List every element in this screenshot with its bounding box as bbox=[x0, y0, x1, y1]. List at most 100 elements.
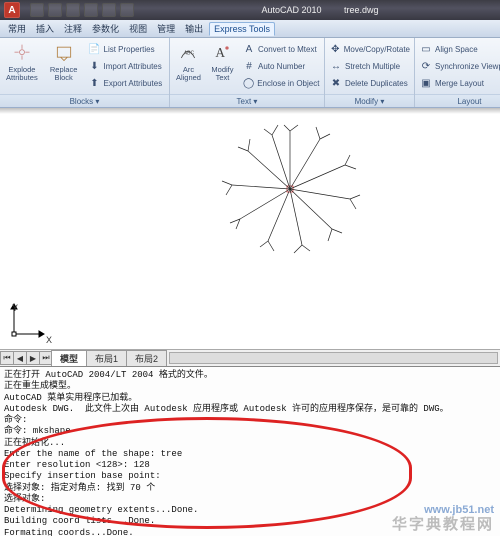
tab-home[interactable]: 常用 bbox=[4, 21, 30, 36]
btn-label: Import Attributes bbox=[104, 62, 162, 71]
qat-save-icon[interactable] bbox=[66, 3, 80, 17]
btn-label: Align Space bbox=[435, 45, 478, 54]
panel-title-layout[interactable]: Layout bbox=[415, 94, 500, 107]
arc-text-icon: ABC bbox=[176, 42, 200, 64]
quick-access-toolbar bbox=[24, 3, 140, 17]
btn-label: Auto Number bbox=[258, 62, 305, 71]
btn-label: Arc Aligned bbox=[172, 66, 205, 82]
app-menu-button[interactable]: A bbox=[4, 2, 20, 18]
tab-insert[interactable]: 插入 bbox=[32, 21, 58, 36]
btn-label: Move/Copy/Rotate bbox=[344, 45, 410, 54]
qat-undo-icon[interactable] bbox=[84, 3, 98, 17]
stretch-icon: ↔ bbox=[330, 60, 342, 72]
tab-parametric[interactable]: 参数化 bbox=[88, 21, 123, 36]
merge-icon: ▣ bbox=[420, 77, 432, 89]
delete-icon: ✖ bbox=[330, 77, 342, 89]
panel-title-modify[interactable]: Modify ▾ bbox=[325, 94, 414, 107]
enclose-icon: ◯ bbox=[243, 77, 254, 89]
list-properties-button[interactable]: 📄List Properties bbox=[86, 41, 168, 57]
btn-label: List Properties bbox=[104, 45, 155, 54]
panel-blocks: Explode Attributes Replace Block 📄List P… bbox=[0, 38, 170, 107]
command-line: Enter the name of the shape: tree bbox=[4, 449, 496, 460]
btn-label: Synchronize Viewports bbox=[435, 62, 500, 71]
panel-layout: ▭Align Space ⟳Synchronize Viewports ▣Mer… bbox=[415, 38, 500, 107]
qat-redo-icon[interactable] bbox=[102, 3, 116, 17]
svg-text:A: A bbox=[216, 45, 226, 60]
title-bar: A AutoCAD 2010 tree.dwg bbox=[0, 0, 500, 20]
tree-drawing bbox=[0, 114, 500, 349]
drawing-area[interactable]: Y X bbox=[0, 114, 500, 349]
btn-label: Export Attributes bbox=[104, 79, 163, 88]
command-line: Autodesk DWG. 此文件上次由 Autodesk 应用程序或 Auto… bbox=[4, 404, 496, 415]
svg-text:ABC: ABC bbox=[184, 51, 195, 57]
btn-label: Convert to Mtext bbox=[258, 45, 317, 54]
btn-label: Stretch Multiple bbox=[345, 62, 400, 71]
layout-first-icon[interactable]: ⏮ bbox=[0, 351, 14, 365]
axis-y-label: Y bbox=[12, 303, 18, 313]
auto-number-button[interactable]: #Auto Number bbox=[240, 58, 322, 74]
file-name: tree.dwg bbox=[344, 5, 379, 15]
command-line: 正在打开 AutoCAD 2004/LT 2004 格式的文件。 bbox=[4, 370, 496, 381]
command-line: Enter resolution <128>: 128 bbox=[4, 460, 496, 471]
window-title: AutoCAD 2010 tree.dwg bbox=[140, 5, 500, 15]
command-line: 正在重生成模型。 bbox=[4, 381, 496, 392]
panel-title-blocks[interactable]: Blocks ▾ bbox=[0, 94, 169, 107]
layout-tab-bar: ⏮ ◀ ▶ ⏭ 模型 布局1 布局2 bbox=[0, 349, 500, 366]
qat-new-icon[interactable] bbox=[30, 3, 44, 17]
explode-icon bbox=[10, 42, 34, 64]
command-line: 选择对象: bbox=[4, 494, 496, 505]
stretch-multiple-button[interactable]: ↔Stretch Multiple bbox=[327, 58, 413, 74]
tab-view[interactable]: 视图 bbox=[125, 21, 151, 36]
export-icon: ⬆ bbox=[89, 77, 101, 89]
panel-title-text[interactable]: Text ▾ bbox=[170, 94, 324, 107]
explode-attributes-button[interactable]: Explode Attributes bbox=[2, 40, 42, 92]
panel-modify: ✥Move/Copy/Rotate ↔Stretch Multiple ✖Del… bbox=[325, 38, 415, 107]
delete-duplicates-button[interactable]: ✖Delete Duplicates bbox=[327, 75, 413, 91]
ribbon-tab-bar: 常用 插入 注释 参数化 视图 管理 输出 Express Tools bbox=[0, 20, 500, 38]
merge-layout-button[interactable]: ▣Merge Layout bbox=[417, 75, 500, 91]
layout-tab-model[interactable]: 模型 bbox=[51, 350, 87, 367]
arc-aligned-button[interactable]: ABC Arc Aligned bbox=[172, 40, 205, 92]
layout-tab-layout1[interactable]: 布局1 bbox=[86, 350, 127, 367]
move-copy-rotate-button[interactable]: ✥Move/Copy/Rotate bbox=[327, 41, 413, 57]
layout-prev-icon[interactable]: ◀ bbox=[13, 351, 27, 365]
layout-tab-layout2[interactable]: 布局2 bbox=[126, 350, 167, 367]
panel-text: ABC Arc Aligned A Modify Text AConvert t… bbox=[170, 38, 325, 107]
tab-express-tools[interactable]: Express Tools bbox=[209, 22, 275, 36]
watermark-text: 华字典教程网 bbox=[392, 513, 494, 534]
modify-text-icon: A bbox=[210, 42, 234, 64]
layout-hscroll[interactable] bbox=[169, 352, 498, 364]
command-line: Specify insertion base point: bbox=[4, 471, 496, 482]
import-attributes-button[interactable]: ⬇Import Attributes bbox=[86, 58, 168, 74]
ribbon: Explode Attributes Replace Block 📄List P… bbox=[0, 38, 500, 108]
qat-open-icon[interactable] bbox=[48, 3, 62, 17]
btn-label: Explode Attributes bbox=[2, 66, 42, 82]
btn-label: Replace Block bbox=[44, 66, 84, 82]
enclose-object-button[interactable]: ◯Enclose in Object bbox=[240, 75, 322, 91]
command-line: 选择对象: 指定对角点: 找到 70 个 bbox=[4, 483, 496, 494]
import-icon: ⬇ bbox=[89, 60, 101, 72]
tab-manage[interactable]: 管理 bbox=[153, 21, 179, 36]
command-line: 命令: mkshape bbox=[4, 426, 496, 437]
replace-block-button[interactable]: Replace Block bbox=[44, 40, 84, 92]
btn-label: Delete Duplicates bbox=[345, 79, 408, 88]
align-space-button[interactable]: ▭Align Space bbox=[417, 41, 500, 57]
convert-mtext-button[interactable]: AConvert to Mtext bbox=[240, 41, 322, 57]
sync-icon: ⟳ bbox=[420, 60, 432, 72]
btn-label: Merge Layout bbox=[435, 79, 484, 88]
btn-label: Modify Text bbox=[207, 66, 238, 82]
modify-text-button[interactable]: A Modify Text bbox=[207, 40, 238, 92]
tab-output[interactable]: 输出 bbox=[181, 21, 207, 36]
tab-annotate[interactable]: 注释 bbox=[60, 21, 86, 36]
layout-next-icon[interactable]: ▶ bbox=[26, 351, 40, 365]
command-line: 命令: bbox=[4, 415, 496, 426]
export-attributes-button[interactable]: ⬆Export Attributes bbox=[86, 75, 168, 91]
list-icon: 📄 bbox=[89, 43, 101, 55]
command-line: AutoCAD 菜单实用程序已加载。 bbox=[4, 393, 496, 404]
axis-x-label: X bbox=[46, 335, 52, 345]
replace-block-icon bbox=[52, 42, 76, 64]
qat-plot-icon[interactable] bbox=[120, 3, 134, 17]
align-icon: ▭ bbox=[420, 43, 432, 55]
btn-label: Enclose in Object bbox=[257, 79, 319, 88]
sync-viewports-button[interactable]: ⟳Synchronize Viewports bbox=[417, 58, 500, 74]
